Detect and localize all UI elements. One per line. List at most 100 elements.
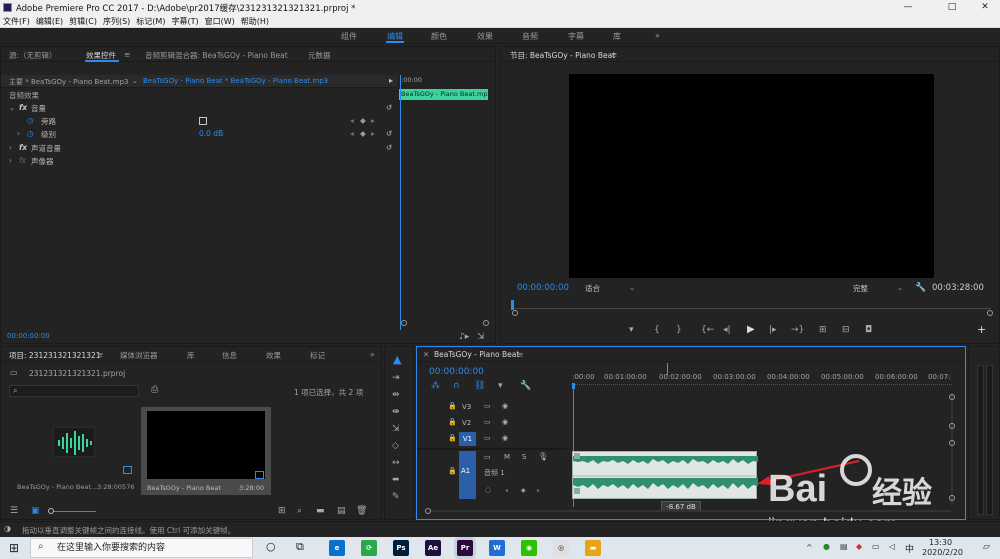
- automate-to-sequence-icon[interactable]: ⊞: [278, 506, 286, 516]
- linked-selection-icon[interactable]: ⛓: [474, 381, 485, 391]
- track-select-tool-icon[interactable]: ⇥: [392, 373, 400, 383]
- effect-timecode[interactable]: 00:00:00:00: [7, 332, 50, 340]
- add-marker-icon[interactable]: ▾: [629, 325, 634, 335]
- browser-app-icon[interactable]: ⟳: [361, 540, 377, 556]
- workspace-libraries[interactable]: 库: [613, 31, 621, 42]
- slide-tool-icon[interactable]: ⬌: [392, 475, 400, 485]
- step-forward-icon[interactable]: |▸: [769, 325, 777, 335]
- tray-battery-icon[interactable]: ▭: [872, 542, 880, 551]
- dropdown-chevron-icon[interactable]: ⌄: [132, 77, 138, 85]
- prev-keyframe-icon[interactable]: ◂: [350, 129, 354, 138]
- rolling-edit-tool-icon[interactable]: ⇼: [392, 407, 400, 417]
- go-to-in-icon[interactable]: {←: [701, 325, 714, 335]
- reset-icon[interactable]: ↺: [386, 143, 392, 152]
- effect-clip-bar[interactable]: BeaTsGOy - Piano Beat.mp3: [399, 89, 488, 100]
- reset-icon[interactable]: ↺: [386, 103, 392, 112]
- tab-markers[interactable]: 标记: [310, 350, 325, 361]
- tab-project[interactable]: 项目: 231231321321321: [9, 350, 101, 361]
- lift-icon[interactable]: ⊞: [819, 325, 827, 335]
- menu-clip[interactable]: 剪辑(C): [66, 15, 100, 28]
- expand-chevron-icon[interactable]: ›: [9, 156, 12, 165]
- pen-tool-icon[interactable]: ✎: [392, 492, 400, 502]
- wps-app-icon[interactable]: W: [489, 540, 505, 556]
- program-scrub-bar[interactable]: [511, 301, 991, 309]
- step-back-icon[interactable]: ◂|: [723, 325, 731, 335]
- zoom-handle-left[interactable]: [512, 310, 518, 316]
- after-effects-app-icon[interactable]: Ae: [425, 540, 441, 556]
- panel-menu-icon[interactable]: ≡: [124, 50, 130, 59]
- project-item-sequence[interactable]: BeaTsGOy - Piano Beat 3:28:00: [141, 407, 271, 495]
- sync-lock-icon[interactable]: ▭: [484, 418, 491, 426]
- stopwatch-icon[interactable]: ◷: [27, 129, 34, 138]
- export-frame-icon[interactable]: ◘: [865, 325, 872, 335]
- zoom-handle-right[interactable]: [987, 310, 993, 316]
- menu-file[interactable]: 文件(F): [0, 15, 33, 28]
- player-app-icon[interactable]: ◎: [553, 540, 569, 556]
- thumbnail-zoom-slider[interactable]: [48, 511, 96, 512]
- wrench-icon[interactable]: 🔧: [915, 283, 926, 293]
- project-item-audio[interactable]: BeaTsGOy - Piano Beat... 3:28:00576: [9, 407, 137, 495]
- slip-tool-icon[interactable]: ↔: [392, 458, 400, 468]
- clock-date[interactable]: 2020/2/20: [922, 548, 963, 557]
- find-icon[interactable]: ⌕: [297, 506, 302, 516]
- track-target-a1[interactable]: [459, 451, 476, 499]
- next-keyframe-icon[interactable]: ▸: [537, 487, 540, 494]
- timeline-timecode[interactable]: 00:00:00:00: [429, 367, 484, 377]
- zoom-handle-left[interactable]: [401, 320, 407, 326]
- tray-up-icon[interactable]: ^: [806, 543, 813, 552]
- mark-out-icon[interactable]: }: [676, 325, 682, 335]
- selection-tool-icon[interactable]: ▲: [393, 354, 401, 365]
- eye-icon[interactable]: ◉: [502, 402, 508, 410]
- tab-effects[interactable]: 效果: [266, 350, 281, 361]
- windows-start-icon[interactable]: ⊞: [9, 541, 19, 555]
- fx-volume-row[interactable]: ⌄ fx 音量 ↺: [1, 103, 397, 116]
- nest-icon[interactable]: ⁂: [431, 381, 440, 391]
- eye-icon[interactable]: ◉: [502, 434, 508, 442]
- menu-sequence[interactable]: 序列(S): [100, 15, 133, 28]
- panel-menu-icon[interactable]: ≡: [517, 350, 523, 359]
- tray-network-icon[interactable]: ▤: [840, 542, 848, 551]
- minimize-button[interactable]: —: [888, 0, 928, 15]
- program-timecode[interactable]: 00:00:00:00: [517, 283, 569, 293]
- fit-dropdown[interactable]: 适合 ⌄: [585, 283, 637, 294]
- add-marker-icon[interactable]: ▾: [498, 381, 503, 391]
- effect-playhead[interactable]: [400, 75, 401, 330]
- menu-edit[interactable]: 编辑(E): [33, 15, 66, 28]
- quality-dropdown[interactable]: 完整 ⌄: [853, 283, 905, 294]
- lock-icon[interactable]: 🔒: [448, 467, 457, 475]
- new-bin-icon[interactable]: ▬: [316, 506, 325, 516]
- notification-icon[interactable]: ▱: [983, 542, 990, 552]
- tray-volume-icon[interactable]: ◁: [889, 542, 895, 551]
- audio-only-icon[interactable]: ♪▸: [459, 332, 469, 342]
- edge-app-icon[interactable]: e: [329, 540, 345, 556]
- play-icon[interactable]: ▶: [747, 325, 755, 335]
- bypass-checkbox[interactable]: [199, 117, 207, 125]
- timeline-settings-icon[interactable]: 🔧: [520, 381, 531, 391]
- menu-marker[interactable]: 标记(M): [133, 15, 168, 28]
- clock-time[interactable]: 13:30: [929, 538, 952, 547]
- lock-icon[interactable]: 🔒: [448, 402, 457, 410]
- menu-title[interactable]: 字幕(T): [168, 15, 201, 28]
- expand-chevron-icon[interactable]: ›: [17, 129, 20, 138]
- sync-lock-icon[interactable]: ▭: [484, 434, 491, 442]
- menu-help[interactable]: 帮助(H): [238, 15, 272, 28]
- export-frame-icon[interactable]: ⇲: [477, 332, 485, 342]
- next-keyframe-icon[interactable]: ▸: [371, 116, 375, 125]
- go-to-out-icon[interactable]: →}: [791, 325, 804, 335]
- tray-security-icon[interactable]: ◆: [856, 542, 862, 551]
- tab-libraries[interactable]: 库: [187, 350, 195, 361]
- icon-view-icon[interactable]: ▣: [31, 506, 40, 516]
- premiere-app-icon[interactable]: Pr: [457, 540, 473, 556]
- vscroll-handle-top[interactable]: [949, 394, 955, 400]
- rate-stretch-tool-icon[interactable]: ⇲: [392, 424, 400, 434]
- eye-icon[interactable]: ◉: [502, 418, 508, 426]
- input-language[interactable]: 中: [905, 542, 914, 555]
- file-explorer-app-icon[interactable]: ▬: [585, 540, 601, 556]
- workspace-more[interactable]: »: [655, 31, 660, 40]
- add-keyframe-icon[interactable]: ◆: [521, 487, 526, 494]
- prev-keyframe-icon[interactable]: ◂: [505, 487, 508, 494]
- program-playhead[interactable]: [511, 300, 514, 310]
- play-only-audio-icon[interactable]: ▸: [389, 76, 393, 85]
- tray-wechat-icon[interactable]: ●: [823, 542, 830, 551]
- tab-audio-clip-mixer[interactable]: 音频剪辑混合器: BeaTsGOy - Piano Beat: [145, 50, 288, 61]
